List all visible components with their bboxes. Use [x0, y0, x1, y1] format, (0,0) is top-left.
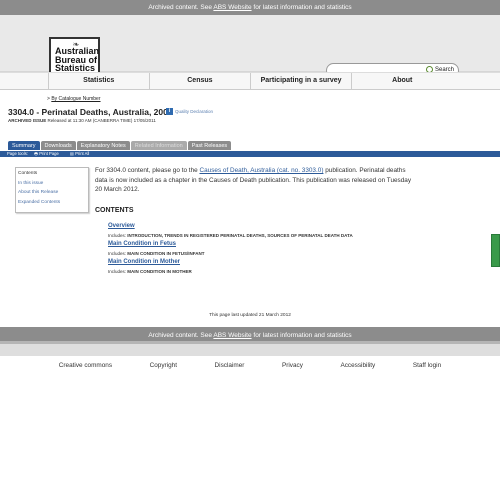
nav-statistics[interactable]: Statistics	[47, 73, 149, 89]
archive-banner-top: Archived content. See ABS Website for la…	[0, 0, 500, 15]
nav-about[interactable]: About	[351, 73, 452, 89]
sidebar-item-about-release[interactable]: About this Release	[18, 190, 86, 195]
footer-creative-commons[interactable]: Creative commons	[59, 362, 112, 369]
nav-census[interactable]: Census	[148, 73, 250, 89]
quality-label: Quality Declaration	[175, 109, 214, 114]
print-page-label: Print Page	[39, 151, 59, 156]
includes-text: MAIN CONDITION IN MOTHER	[127, 269, 192, 274]
crest-icon: ❧	[72, 40, 80, 49]
includes-label: Includes:	[108, 269, 128, 274]
tab-past-releases[interactable]: Past Releases	[187, 141, 232, 150]
breadcrumb: > By Catalogue Number	[47, 96, 101, 102]
breadcrumb-link[interactable]: By Catalogue Number	[51, 96, 100, 102]
site-header: ❧ Australian Bureau of Statistics Search	[0, 15, 500, 82]
quality-declaration-link[interactable]: i Quality Declaration	[166, 108, 213, 115]
print-page-link[interactable]: 🖶 Print Page	[34, 151, 64, 156]
archive-text-suffix: for latest information and statistics	[251, 332, 352, 339]
page-tools-bar: Page tools: 🖶 Print Page ▤ Print All	[0, 151, 500, 157]
causes-of-death-link[interactable]: Causes of Death, Australia (cat. no. 330…	[199, 167, 323, 174]
print-all-label: Print All	[75, 151, 90, 156]
includes-text: INTRODUCTION, TRENDS IN REGISTERED PERIN…	[127, 233, 353, 238]
footer-staff-login[interactable]: Staff login	[413, 362, 441, 369]
sidebar-item-expanded-contents[interactable]: Expanded Contents	[18, 200, 86, 205]
intro-paragraph: For 3304.0 content, please go to the Cau…	[95, 166, 417, 195]
includes-label: Includes:	[108, 233, 128, 238]
main-nav: Statistics Census Participating in a sur…	[0, 72, 500, 90]
section-fetus-includes: Includes: MAIN CONDITION IN FETUS/INFANT	[108, 251, 205, 256]
abs-website-link-footer[interactable]: ABS Website	[213, 332, 251, 339]
release-time: Released at 11:30 AM (CANBERRA TIME) 17/…	[47, 118, 156, 123]
sidebar-heading: Contents	[18, 171, 38, 176]
sidebar-item-in-this-issue[interactable]: In this issue	[18, 181, 86, 186]
archive-text: Archived content. See	[148, 332, 214, 339]
intro-text: For 3304.0 content, please go to the	[95, 167, 200, 174]
footer-privacy[interactable]: Privacy	[282, 362, 303, 369]
page-title: 3304.0 - Perinatal Deaths, Australia, 20…	[8, 107, 173, 117]
contents-sidebar: Contents In this issue About this Releas…	[15, 167, 89, 213]
footer-copyright[interactable]: Copyright	[150, 362, 177, 369]
tab-bar: Summary Downloads Explanatory Notes Rela…	[8, 141, 232, 150]
section-mother-link[interactable]: Main Condition in Mother	[108, 259, 180, 265]
tab-downloads[interactable]: Downloads	[40, 141, 76, 150]
section-mother-includes: Includes: MAIN CONDITION IN MOTHER	[108, 269, 192, 274]
tab-summary[interactable]: Summary	[8, 141, 40, 150]
page-tools-label: Page tools:	[7, 151, 28, 156]
footer-links: Creative commons Copyright Disclaimer Pr…	[0, 362, 500, 369]
abs-website-link[interactable]: ABS Website	[213, 4, 251, 11]
tab-explanatory-notes[interactable]: Explanatory Notes	[76, 141, 130, 150]
archive-text: Archived content. See	[148, 4, 214, 11]
footer-divider	[0, 344, 500, 356]
includes-text: MAIN CONDITION IN FETUS/INFANT	[127, 251, 205, 256]
section-fetus-link[interactable]: Main Condition in Fetus	[108, 241, 176, 247]
section-overview-includes: Includes: INTRODUCTION, TRENDS IN REGIST…	[108, 233, 353, 238]
includes-label: Includes:	[108, 251, 128, 256]
info-icon: i	[166, 108, 173, 115]
archived-issue-line: ARCHIVED ISSUE Released at 11:30 AM (CAN…	[8, 118, 156, 123]
archive-banner-bottom: Archived content. See ABS Website for la…	[0, 327, 500, 344]
last-updated: This page last updated 21 March 2012	[209, 313, 291, 318]
footer-disclaimer[interactable]: Disclaimer	[215, 362, 245, 369]
tab-related-information: Related Information	[130, 141, 187, 150]
archived-label: ARCHIVED ISSUE	[8, 118, 47, 123]
archive-text-suffix: for latest information and statistics	[251, 4, 352, 11]
section-overview-link[interactable]: Overview	[108, 223, 135, 229]
contents-heading: CONTENTS	[95, 207, 134, 214]
feedback-tab[interactable]	[491, 234, 500, 267]
print-all-link[interactable]: ▤ Print All	[70, 151, 94, 156]
nav-participating[interactable]: Participating in a survey	[250, 73, 351, 89]
footer-accessibility[interactable]: Accessibility	[340, 362, 375, 369]
